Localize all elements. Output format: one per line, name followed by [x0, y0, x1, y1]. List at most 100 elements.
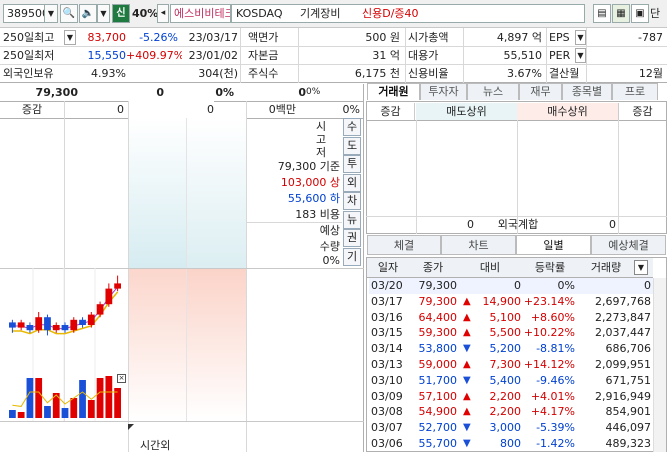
- credit-ratio-value: 3.67%: [507, 67, 542, 80]
- candle: [96, 304, 104, 315]
- candle: [70, 319, 78, 331]
- foreign-sell: 0: [467, 218, 474, 231]
- high250-pct: -5.26%: [139, 31, 178, 44]
- low250-price: 15,550: [87, 49, 127, 62]
- table-row[interactable]: 03/06 55,700 ▼ 800 -1.42% 489,323: [369, 436, 653, 452]
- row-diff: 7,300: [489, 358, 522, 371]
- row-rate: +4.01%: [530, 389, 575, 403]
- table-row[interactable]: 03/08 54,900 ▲ 2,200 +4.17% 854,901: [369, 404, 653, 420]
- tab-1[interactable]: 투자자: [420, 83, 467, 100]
- credit-button[interactable]: 신: [112, 4, 130, 23]
- layout-icon[interactable]: ▦: [612, 4, 630, 23]
- row-diff: 800: [500, 437, 521, 450]
- side-button-3[interactable]: 외: [343, 173, 361, 192]
- side-button-0[interactable]: 수: [343, 118, 361, 136]
- prev-arrow-icon[interactable]: ◂: [157, 4, 169, 23]
- row-volume: 446,097: [605, 421, 652, 435]
- tab-0[interactable]: 거래원: [367, 83, 420, 100]
- base-price: 79,300 기준: [277, 160, 340, 173]
- row-diff: 3,000: [489, 421, 522, 435]
- amount-total: 0백만: [268, 103, 296, 116]
- row-close: 53,800: [418, 342, 458, 356]
- tab-4[interactable]: 종목별: [562, 83, 612, 100]
- row-date: 03/09: [371, 389, 403, 403]
- eps-label: EPS: [549, 31, 570, 44]
- daily-dropdown-icon[interactable]: ▼: [634, 260, 648, 275]
- side-button-2[interactable]: 투: [343, 155, 361, 173]
- row-volume: 2,099,951: [595, 358, 651, 371]
- row-close: 59,300: [418, 326, 458, 340]
- sector-label: 기계장비: [300, 7, 341, 20]
- buy-total-left: 0: [128, 101, 214, 118]
- row-close: 51,700: [418, 373, 458, 387]
- tab2-0[interactable]: 체결: [367, 235, 441, 255]
- table-row[interactable]: 03/15 59,300 ▲ 5,500 +10.22% 2,037,447: [369, 325, 653, 341]
- side-button-7[interactable]: 기: [343, 247, 361, 266]
- volume-bar: [35, 378, 43, 418]
- eps-dropdown-icon[interactable]: ▼: [575, 30, 586, 45]
- tab-3[interactable]: 재무: [519, 83, 562, 100]
- candle: [61, 325, 69, 331]
- table-row[interactable]: 03/20 79,300 0 0% 0: [369, 278, 653, 294]
- row-volume: 2,037,447: [595, 326, 651, 340]
- speaker-dropdown-icon[interactable]: ▼: [97, 4, 110, 23]
- tab2-3[interactable]: 예상체결: [591, 235, 666, 255]
- volume-bar: [79, 380, 86, 418]
- candle: [87, 314, 95, 325]
- row-volume: 854,901: [605, 405, 652, 419]
- buy-bar-area-2: [187, 268, 246, 421]
- row-date: 03/15: [371, 326, 403, 340]
- search-icon[interactable]: 🔍: [60, 4, 78, 23]
- eps-value: -787: [638, 31, 663, 44]
- speaker-icon[interactable]: 🔈: [79, 4, 97, 23]
- dropdown-icon[interactable]: ▼: [44, 4, 58, 23]
- table-row[interactable]: 03/13 59,000 ▲ 7,300 +14.12% 2,099,951: [369, 357, 653, 373]
- table-row[interactable]: 03/17 79,300 ▲ 14,900 +23.14% 2,697,768: [369, 294, 653, 310]
- row-date: 03/20: [371, 279, 403, 292]
- high250-dropdown-icon[interactable]: ▼: [64, 30, 76, 45]
- row-volume: 2,697,768: [595, 294, 651, 308]
- daily-header-2: 대비: [479, 261, 501, 274]
- row-rate: +8.60%: [530, 310, 575, 324]
- foreign-sum-label: 외국계합: [497, 218, 539, 231]
- end-button[interactable]: 단: [650, 4, 660, 23]
- broker-h-buy: 매수상위: [517, 103, 618, 120]
- upper-limit: 103,000 상: [280, 176, 340, 189]
- table-row[interactable]: 03/10 51,700 ▼ 5,400 -9.46% 671,751: [369, 373, 653, 389]
- side-button-5[interactable]: 뉴: [343, 210, 361, 229]
- high250-label: 250일최고: [3, 31, 55, 44]
- tab-5[interactable]: 프로: [612, 83, 658, 100]
- row-diff: 5,400: [489, 373, 522, 387]
- orderbook-v2pct: 0%: [306, 87, 321, 97]
- row-close: 57,100: [418, 389, 458, 403]
- daily-header-0: 일자: [377, 261, 399, 274]
- side-button-1[interactable]: 도: [343, 136, 361, 155]
- row-diff: 2,200: [489, 405, 522, 419]
- shares-label: 주식수: [248, 67, 279, 80]
- row-date: 03/14: [371, 342, 403, 356]
- code-input[interactable]: 389500: [3, 4, 45, 23]
- row-close: 79,300: [418, 279, 458, 292]
- row-volume: 686,706: [605, 342, 652, 356]
- row-rate: 0%: [557, 279, 575, 292]
- chart-close-icon[interactable]: ×: [117, 374, 126, 383]
- expected-label: 예상: [319, 224, 340, 237]
- candle: [26, 325, 34, 331]
- table-row[interactable]: 03/16 64,400 ▲ 5,100 +8.60% 2,273,847: [369, 310, 653, 326]
- low250-label: 250일최저: [3, 49, 55, 62]
- current-price: 79,300: [35, 86, 78, 99]
- daily-scrollbar[interactable]: [653, 278, 666, 452]
- side-button-6[interactable]: 권: [343, 229, 361, 247]
- table-row[interactable]: 03/09 57,100 ▲ 2,200 +4.01% 2,916,949: [369, 389, 653, 405]
- volume-bar: [96, 378, 104, 418]
- volume-bar: [87, 400, 95, 418]
- table-row[interactable]: 03/14 53,800 ▼ 5,200 -8.81% 686,706: [369, 341, 653, 357]
- grid-icon[interactable]: ▣: [631, 4, 649, 23]
- window-icon[interactable]: ▤: [593, 4, 611, 23]
- tab2-1[interactable]: 차트: [441, 235, 516, 255]
- table-row[interactable]: 03/07 52,700 ▼ 3,000 -5.39% 446,097: [369, 420, 653, 436]
- side-button-4[interactable]: 차: [343, 192, 361, 210]
- per-dropdown-icon[interactable]: ▼: [575, 48, 586, 63]
- tab2-2[interactable]: 일별: [516, 235, 591, 255]
- tab-2[interactable]: 뉴스: [467, 83, 519, 100]
